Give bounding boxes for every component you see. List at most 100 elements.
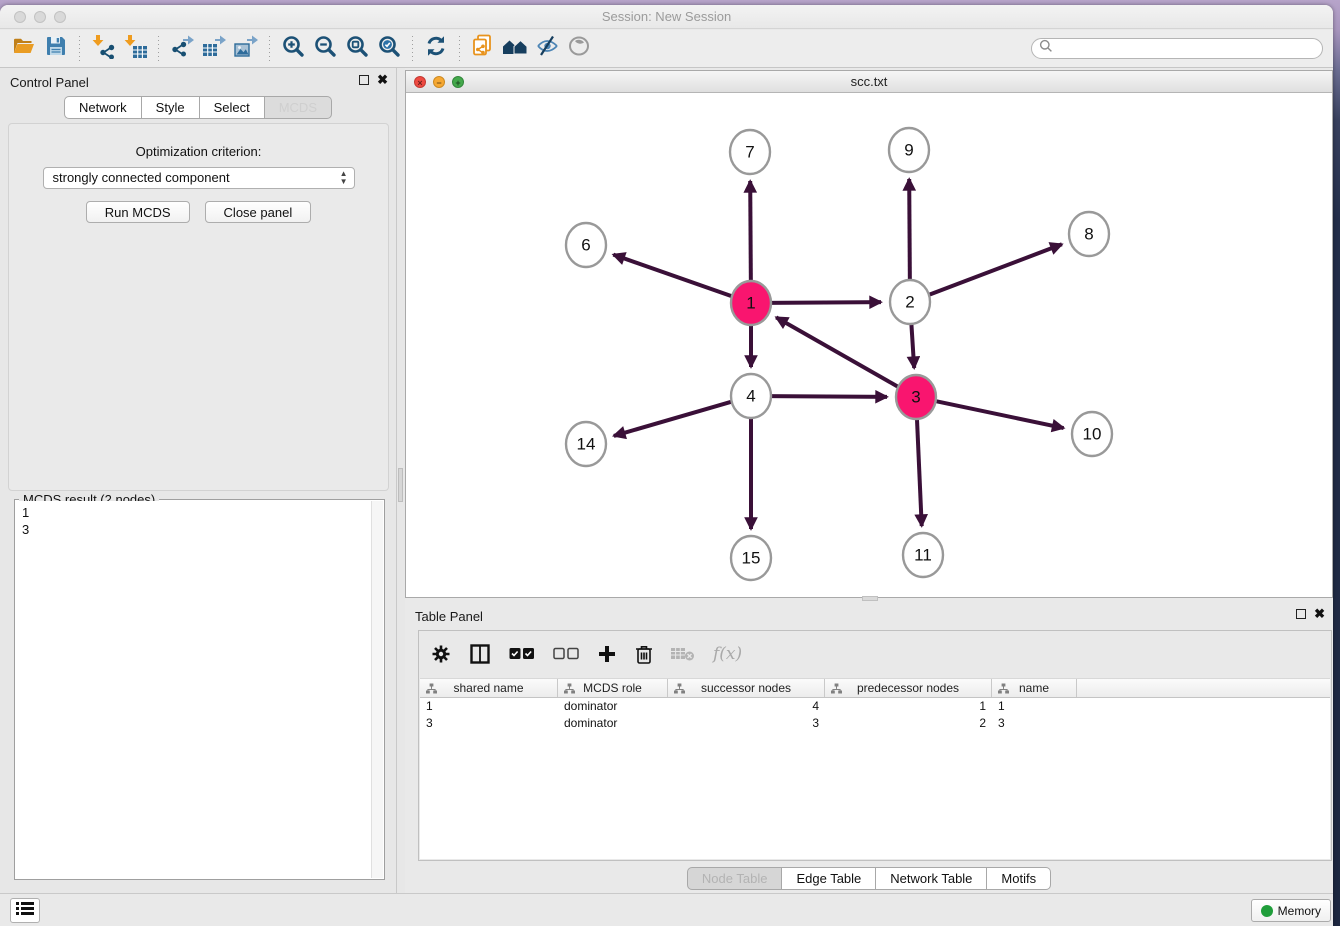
hide-selected-button[interactable] — [531, 34, 563, 64]
node-table: shared nameMCDS rolesuccessor nodesprede… — [420, 678, 1330, 859]
column-header-MCDS-role[interactable]: MCDS role — [558, 679, 668, 697]
eye-slash-icon — [534, 33, 560, 64]
import-table-button[interactable] — [119, 34, 151, 64]
table-cell[interactable]: 2 — [825, 715, 992, 732]
graph-edge-3-11[interactable] — [917, 415, 922, 526]
import-network-icon — [90, 33, 116, 64]
tab-network[interactable]: Network — [64, 96, 142, 119]
network-canvas[interactable]: 7968124314101511 — [406, 94, 1332, 597]
tab-node-table[interactable]: Node Table — [687, 867, 783, 890]
select-all-checks-icon[interactable] — [509, 647, 535, 661]
table-cell[interactable]: 3 — [668, 715, 825, 732]
graph-node-label-1: 1 — [746, 294, 755, 313]
show-column-icon[interactable] — [469, 643, 491, 665]
clone-network-button[interactable] — [467, 34, 499, 64]
zoom-in-icon — [281, 34, 305, 63]
graph-edge-2-9[interactable] — [909, 179, 910, 284]
network-graph: 7968124314101511 — [406, 94, 1332, 598]
column-header-name[interactable]: name — [992, 679, 1077, 697]
toolbar-separator — [79, 36, 80, 62]
graph-edge-3-1[interactable] — [776, 317, 900, 388]
table-cell[interactable]: 1 — [992, 698, 1077, 715]
add-column-plus-icon[interactable] — [597, 644, 617, 664]
close-panel-icon[interactable]: ✖ — [377, 75, 388, 85]
graph-edge-4-3[interactable] — [769, 396, 887, 397]
zoom-out-icon — [313, 34, 337, 63]
graph-edge-2-3[interactable] — [911, 320, 914, 368]
table-cell[interactable]: 1 — [825, 698, 992, 715]
splitter-handle[interactable] — [398, 468, 403, 502]
search-input[interactable] — [1053, 42, 1322, 56]
refresh-icon — [424, 34, 448, 63]
table-options-gear-icon[interactable] — [431, 644, 451, 664]
table-cell[interactable]: 4 — [668, 698, 825, 715]
column-header-predecessor-nodes[interactable]: predecessor nodes — [825, 679, 992, 697]
float-table-panel-icon[interactable] — [1296, 609, 1306, 619]
table-cell[interactable]: dominator — [558, 715, 668, 732]
table-row[interactable]: 3dominator323 — [420, 715, 1330, 732]
graph-edge-4-14[interactable] — [614, 401, 734, 436]
table-row[interactable]: 1dominator411 — [420, 698, 1330, 715]
graph-edge-1-2[interactable] — [769, 302, 881, 303]
show-all-button[interactable] — [563, 34, 595, 64]
graph-edge-1-7[interactable] — [750, 181, 751, 285]
two-houses-icon — [502, 33, 528, 64]
run-mcds-button[interactable]: Run MCDS — [86, 201, 190, 223]
graph-edge-2-8[interactable] — [927, 244, 1062, 295]
list-icon — [16, 901, 34, 921]
graph-node-label-15: 15 — [742, 549, 761, 568]
column-header-shared-name[interactable]: shared name — [420, 679, 558, 697]
application-window: Session: New Session Control Panel — [0, 5, 1333, 926]
import-network-button[interactable] — [87, 34, 119, 64]
first-neighbors-button[interactable] — [499, 34, 531, 64]
float-panel-icon[interactable] — [359, 75, 369, 85]
graph-node-label-4: 4 — [746, 387, 755, 406]
table-cell[interactable]: 3 — [420, 715, 558, 732]
zoom-in-button[interactable] — [277, 34, 309, 64]
task-history-button[interactable] — [10, 898, 40, 923]
refresh-button[interactable] — [420, 34, 452, 64]
tab-style[interactable]: Style — [142, 96, 200, 119]
export-table-button[interactable] — [198, 34, 230, 64]
table-panel: Table Panel ✖ f(x) shared nameMCDS roles… — [405, 602, 1333, 893]
search-field[interactable] — [1031, 38, 1323, 59]
mcds-result-scrollbar[interactable] — [371, 501, 383, 878]
deselect-all-checks-icon[interactable] — [553, 647, 579, 661]
mcds-result-text[interactable]: 1 3 — [16, 501, 371, 878]
tab-mcds[interactable]: MCDS — [265, 96, 332, 119]
open-session-button[interactable] — [8, 34, 40, 64]
graph-node-label-3: 3 — [911, 388, 920, 407]
zoom-selected-button[interactable] — [373, 34, 405, 64]
zoom-out-button[interactable] — [309, 34, 341, 64]
zoom-fit-button[interactable] — [341, 34, 373, 64]
zoom-fit-icon — [345, 34, 369, 63]
control-panel: Control Panel ✖ NetworkStyleSelectMCDS O… — [0, 68, 397, 893]
save-session-button[interactable] — [40, 34, 72, 64]
network-window-titlebar[interactable]: × − + scc.txt — [406, 71, 1332, 93]
delete-column-trash-icon[interactable] — [635, 644, 653, 665]
close-table-panel-icon[interactable]: ✖ — [1314, 609, 1325, 619]
vertical-splitter[interactable] — [397, 68, 405, 893]
tab-select[interactable]: Select — [200, 96, 265, 119]
criterion-dropdown[interactable]: strongly connected component ▲▼ — [43, 167, 355, 189]
graph-edge-3-10[interactable] — [934, 401, 1064, 428]
close-panel-button[interactable]: Close panel — [205, 201, 312, 223]
table-cell[interactable]: 1 — [420, 698, 558, 715]
table-cell[interactable]: dominator — [558, 698, 668, 715]
tab-network-table[interactable]: Network Table — [876, 867, 987, 890]
column-header-successor-nodes[interactable]: successor nodes — [668, 679, 825, 697]
export-network-button[interactable] — [166, 34, 198, 64]
memory-button[interactable]: Memory — [1251, 899, 1331, 922]
export-table-icon — [201, 33, 227, 64]
window-title: Session: New Session — [0, 9, 1333, 24]
table-cell[interactable]: 3 — [992, 715, 1077, 732]
graph-edge-1-6[interactable] — [613, 255, 734, 297]
mcds-panel: Optimization criterion: strongly connect… — [8, 123, 389, 491]
tab-motifs[interactable]: Motifs — [987, 867, 1051, 890]
export-image-button[interactable] — [230, 34, 262, 64]
graph-node-label-14: 14 — [577, 435, 596, 454]
export-image-icon — [233, 33, 259, 64]
horizontal-splitter-handle[interactable] — [862, 596, 878, 601]
graph-node-label-9: 9 — [904, 141, 913, 160]
tab-edge-table[interactable]: Edge Table — [782, 867, 876, 890]
